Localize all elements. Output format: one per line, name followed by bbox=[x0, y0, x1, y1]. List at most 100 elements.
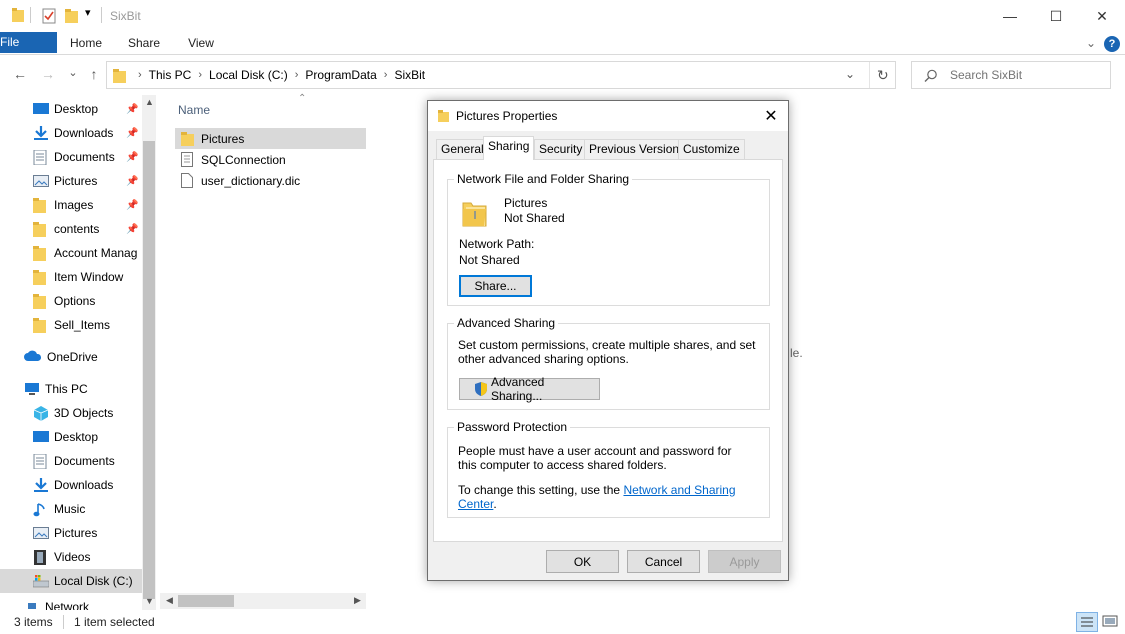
properties-dialog: Pictures Properties ✕ General Sharing Se… bbox=[427, 100, 789, 581]
share-button[interactable]: Share... bbox=[459, 275, 532, 297]
breadcrumb-sixbit[interactable]: SixBit bbox=[390, 68, 429, 82]
scroll-down-icon[interactable]: ▼ bbox=[145, 596, 154, 606]
nav-item-3d-objects[interactable]: 3D Objects bbox=[0, 401, 142, 425]
forward-button[interactable]: → bbox=[38, 66, 58, 82]
scroll-thumb[interactable] bbox=[143, 141, 155, 599]
ribbon-tabs: File Home Share View ⌄ ? bbox=[0, 32, 1125, 55]
nav-item-pictures[interactable]: Pictures 📌 bbox=[0, 169, 142, 193]
customize-qat-icon[interactable]: ▾ bbox=[85, 6, 91, 19]
pictures-icon bbox=[33, 526, 49, 540]
apply-button[interactable]: Apply bbox=[708, 550, 781, 573]
nav-item-this-pc[interactable]: This PC bbox=[0, 377, 142, 401]
nav-item-pc-documents[interactable]: Documents bbox=[0, 449, 142, 473]
empty-area-text: le. bbox=[790, 346, 803, 360]
nav-item-downloads[interactable]: Downloads 📌 bbox=[0, 121, 142, 145]
tab-security[interactable]: Security bbox=[534, 139, 588, 159]
nav-item-account-manager[interactable]: Account Manag bbox=[0, 241, 142, 265]
nav-item-documents[interactable]: Documents 📌 bbox=[0, 145, 142, 169]
password-protection-group: Password Protection People must have a u… bbox=[447, 420, 770, 518]
horizontal-scrollbar[interactable]: ◀ ▶ bbox=[160, 593, 366, 609]
tab-sharing[interactable]: Sharing bbox=[483, 136, 535, 160]
tab-customize[interactable]: Customize bbox=[678, 139, 745, 159]
new-folder-icon[interactable] bbox=[65, 8, 79, 24]
password-description: People must have a user account and pass… bbox=[458, 444, 732, 472]
nav-item-label: Desktop bbox=[54, 102, 99, 116]
item-count: 3 items bbox=[14, 615, 53, 629]
divider bbox=[101, 7, 102, 23]
nav-item-videos[interactable]: Videos bbox=[0, 545, 142, 569]
ok-button[interactable]: OK bbox=[546, 550, 619, 573]
breadcrumb-local-disk[interactable]: Local Disk (C:) bbox=[205, 68, 292, 82]
help-icon[interactable]: ? bbox=[1104, 36, 1120, 52]
scroll-thumb[interactable] bbox=[178, 595, 234, 607]
search-box[interactable] bbox=[911, 61, 1111, 89]
nav-item-options[interactable]: Options bbox=[0, 289, 142, 313]
nav-item-desktop[interactable]: Desktop 📌 bbox=[0, 97, 142, 121]
recent-locations-button[interactable]: ⌄ bbox=[63, 66, 83, 79]
documents-icon bbox=[33, 149, 49, 166]
nav-item-contents[interactable]: contents 📌 bbox=[0, 217, 142, 241]
advanced-sharing-button[interactable]: Advanced Sharing... bbox=[459, 375, 600, 403]
network-sharing-group: Network File and Folder Sharing Pictures… bbox=[447, 172, 770, 306]
network-path-value: Not Shared bbox=[459, 253, 520, 267]
breadcrumb-this-pc[interactable]: This PC bbox=[145, 68, 196, 82]
nav-item-pc-desktop[interactable]: Desktop bbox=[0, 425, 142, 449]
desktop-icon bbox=[33, 102, 49, 116]
column-header-name[interactable]: Name bbox=[178, 103, 210, 117]
documents-icon bbox=[33, 453, 49, 470]
scroll-right-icon[interactable]: ▶ bbox=[354, 595, 361, 606]
address-bar[interactable]: › This PC › Local Disk (C:) › ProgramDat… bbox=[106, 61, 896, 89]
divider bbox=[869, 62, 870, 88]
expand-ribbon-icon[interactable]: ⌄ bbox=[1083, 32, 1099, 55]
nav-item-label: OneDrive bbox=[47, 350, 98, 364]
file-row[interactable]: Pictures bbox=[175, 128, 366, 149]
scroll-left-icon[interactable]: ◀ bbox=[166, 595, 173, 606]
nav-item-item-window[interactable]: Item Window bbox=[0, 265, 142, 289]
selection-status: 1 item selected bbox=[74, 615, 155, 629]
properties-icon[interactable] bbox=[42, 8, 56, 24]
nav-item-sell-items[interactable]: Sell_Items bbox=[0, 313, 142, 337]
maximize-button[interactable]: ☐ bbox=[1033, 0, 1079, 32]
pin-icon: 📌 bbox=[126, 175, 139, 187]
details-view-button[interactable] bbox=[1076, 612, 1098, 632]
nav-item-network[interactable]: Network bbox=[0, 598, 142, 610]
divider bbox=[30, 7, 31, 23]
up-button[interactable]: ↑ bbox=[84, 66, 104, 82]
tab-previous-versions[interactable]: Previous Versions bbox=[584, 139, 691, 159]
change-setting-text: To change this setting, use the Network … bbox=[458, 483, 768, 511]
tab-file[interactable]: File bbox=[0, 32, 57, 53]
address-dropdown-button[interactable]: ⌄ bbox=[845, 67, 855, 81]
tab-view[interactable]: View bbox=[181, 32, 221, 55]
scroll-up-icon[interactable]: ▲ bbox=[145, 97, 154, 107]
close-button[interactable]: ✕ bbox=[1079, 0, 1125, 32]
minimize-button[interactable]: — bbox=[987, 0, 1033, 32]
nav-item-pc-downloads[interactable]: Downloads bbox=[0, 473, 142, 497]
tab-share[interactable]: Share bbox=[124, 32, 164, 55]
search-input[interactable] bbox=[948, 67, 1098, 83]
breadcrumb-programdata[interactable]: ProgramData bbox=[301, 68, 380, 82]
refresh-button[interactable]: ↻ bbox=[877, 67, 889, 84]
tab-general[interactable]: General bbox=[436, 139, 489, 159]
cancel-button[interactable]: Cancel bbox=[627, 550, 700, 573]
back-button[interactable]: ← bbox=[10, 66, 30, 82]
nav-item-label: Item Window bbox=[54, 270, 124, 284]
nav-item-label: Downloads bbox=[54, 126, 114, 140]
file-row[interactable]: user_dictionary.dic bbox=[175, 170, 366, 191]
nav-item-images[interactable]: Images 📌 bbox=[0, 193, 142, 217]
pin-icon: 📌 bbox=[126, 199, 139, 211]
large-icons-view-button[interactable] bbox=[1100, 612, 1122, 632]
nav-item-pc-pictures[interactable]: Pictures bbox=[0, 521, 142, 545]
nav-scrollbar[interactable]: ▲ ▼ bbox=[142, 95, 156, 610]
folder-icon bbox=[33, 270, 49, 285]
nav-item-onedrive[interactable]: OneDrive bbox=[0, 345, 142, 369]
tab-home[interactable]: Home bbox=[66, 32, 106, 55]
nav-item-label: Pictures bbox=[54, 526, 98, 540]
nav-item-local-disk[interactable]: Local Disk (C:) bbox=[0, 569, 142, 593]
file-row[interactable]: SQLConnection bbox=[175, 149, 366, 170]
nav-item-label: Options bbox=[54, 294, 96, 308]
folder-icon bbox=[181, 131, 195, 147]
dialog-close-button[interactable]: ✕ bbox=[756, 101, 786, 131]
folder-icon bbox=[33, 198, 49, 213]
folder-icon bbox=[113, 68, 127, 83]
nav-item-music[interactable]: Music bbox=[0, 497, 142, 521]
